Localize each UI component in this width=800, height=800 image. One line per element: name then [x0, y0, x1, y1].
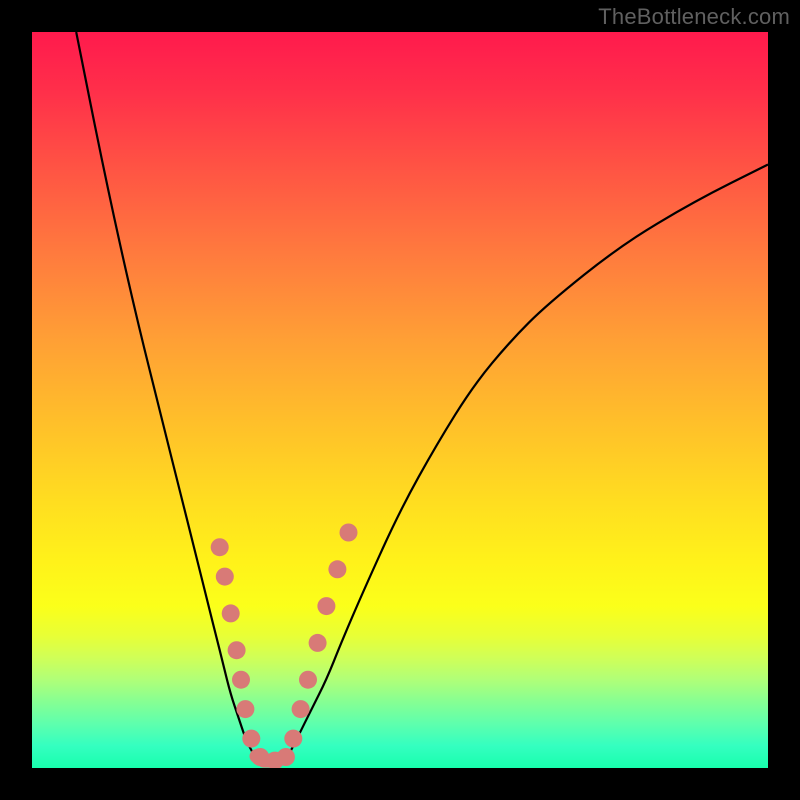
marker-dot — [328, 560, 346, 578]
right-curve — [282, 165, 768, 765]
marker-dot — [242, 730, 260, 748]
marker-dot — [216, 568, 234, 586]
marker-dot — [292, 700, 310, 718]
marker-dot — [309, 634, 327, 652]
marker-dot — [222, 604, 240, 622]
marker-dot — [340, 524, 358, 542]
marker-dot — [236, 700, 254, 718]
marker-dot — [232, 671, 250, 689]
marker-dots-group — [211, 524, 358, 769]
marker-dot — [277, 748, 295, 766]
marker-dot — [317, 597, 335, 615]
chart-frame: TheBottleneck.com — [0, 0, 800, 800]
chart-svg — [32, 32, 768, 768]
marker-dot — [299, 671, 317, 689]
watermark-text: TheBottleneck.com — [598, 4, 790, 30]
marker-dot — [228, 641, 246, 659]
marker-dot — [284, 730, 302, 748]
marker-dot — [211, 538, 229, 556]
